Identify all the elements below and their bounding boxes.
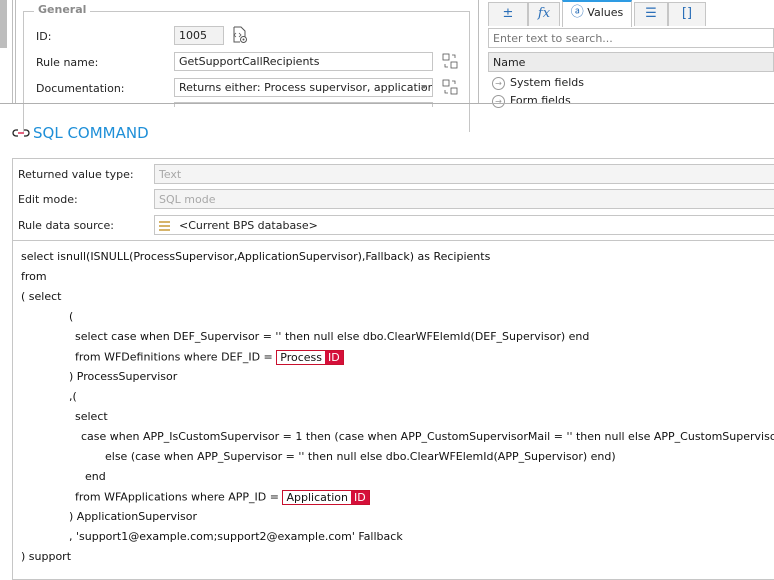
code-text: case when APP_IsCustomSupervisor = 1 the… xyxy=(81,430,774,443)
code-line: end xyxy=(85,470,106,483)
list-icon: ☰ xyxy=(645,6,657,21)
section-divider xyxy=(0,103,774,104)
tree-item-label: System fields xyxy=(510,76,584,89)
variable-tag-name: Application xyxy=(286,491,348,504)
code-line: ( xyxy=(69,310,73,323)
returned-type-label: Returned value type: xyxy=(18,168,134,181)
tab-functions[interactable]: fx xyxy=(528,2,560,26)
code-text: ) ProcessSupervisor xyxy=(69,370,178,383)
translate-icon[interactable] xyxy=(442,79,458,95)
tab-variables[interactable]: ± xyxy=(488,2,528,26)
edit-mode-label: Edit mode: xyxy=(18,193,78,206)
code-line: from WFApplications where APP_ID = Appli… xyxy=(75,490,370,505)
id-settings-icon[interactable] xyxy=(232,26,248,44)
code-text: else (case when APP_Supervisor = '' then… xyxy=(105,450,616,463)
tab-brackets[interactable]: [] xyxy=(668,2,706,26)
divider-line xyxy=(15,0,16,103)
general-group-title: General xyxy=(34,3,91,16)
variable-tag[interactable]: Application ID xyxy=(282,490,370,505)
code-text: end xyxy=(85,470,106,483)
id-label: ID: xyxy=(36,30,52,43)
rule-name-label: Rule name: xyxy=(36,56,99,69)
code-text: ( select xyxy=(21,290,62,303)
search-input[interactable] xyxy=(488,28,774,48)
code-text: select xyxy=(75,410,108,423)
code-line: from xyxy=(21,270,47,283)
tab-values-label: Values xyxy=(587,6,624,19)
code-line: select isnull(ISNULL(ProcessSupervisor,A… xyxy=(21,250,490,263)
code-text: ) support xyxy=(21,550,72,563)
left-scrollbar[interactable] xyxy=(0,0,7,48)
code-line: select xyxy=(75,410,108,423)
values-icon: ⓐ xyxy=(570,5,584,20)
data-source-value: <Current BPS database> xyxy=(179,219,318,232)
code-line: ) ApplicationSupervisor xyxy=(69,510,197,523)
code-line: ) support xyxy=(21,550,71,563)
code-text: from WFDefinitions where DEF_ID = xyxy=(75,350,277,364)
sql-editor[interactable]: select isnull(ISNULL(ProcessSupervisor,A… xyxy=(13,240,774,573)
code-text: select case when DEF_Supervisor = '' the… xyxy=(75,330,590,343)
link-icon xyxy=(12,128,30,141)
code-line: ( select xyxy=(21,290,61,303)
code-line: from WFDefinitions where DEF_ID = Proces… xyxy=(75,350,344,365)
code-text: , 'support1@example.com;support2@example… xyxy=(69,530,403,543)
code-line: , 'support1@example.com;support2@example… xyxy=(69,530,403,543)
bracket-icon: [] xyxy=(681,6,693,21)
code-text: select isnull(ISNULL(ProcessSupervisor,A… xyxy=(21,250,491,263)
tree-item-system-fields[interactable]: → System fields xyxy=(492,76,584,90)
column-header-name[interactable]: Name xyxy=(488,52,774,72)
code-text: ( xyxy=(69,310,74,323)
code-line: select case when DEF_Supervisor = '' the… xyxy=(75,330,589,343)
tab-values[interactable]: ⓐ Values xyxy=(562,0,632,27)
code-text: from WFApplications where APP_ID = xyxy=(75,490,283,504)
code-line: ) ProcessSupervisor xyxy=(69,370,177,383)
returned-type-field: Text xyxy=(154,164,774,184)
tree-item-label: Form fields xyxy=(510,94,571,107)
variable-tag[interactable]: Process ID xyxy=(276,350,344,365)
code-line: case when APP_IsCustomSupervisor = 1 the… xyxy=(81,430,774,443)
expand-arrow-icon[interactable]: → xyxy=(492,94,505,108)
variables-icon: ± xyxy=(502,6,514,21)
code-line: else (case when APP_Supervisor = '' then… xyxy=(105,450,616,463)
data-source-field[interactable]: <Current BPS database> xyxy=(154,215,774,235)
documentation-value: Returns either: Process supervisor, appl… xyxy=(179,81,433,94)
translate-icon[interactable] xyxy=(442,53,458,69)
tree-item-form-fields[interactable]: → Form fields xyxy=(492,94,571,108)
tab-list[interactable]: ☰ xyxy=(634,2,668,26)
data-source-label: Rule data source: xyxy=(18,219,114,232)
code-line: ,( xyxy=(69,390,77,403)
documentation-label: Documentation: xyxy=(36,82,125,95)
chevron-down-icon xyxy=(421,85,427,89)
divider-line xyxy=(12,0,13,103)
variable-tag-id: ID xyxy=(350,491,369,504)
code-text: ) ApplicationSupervisor xyxy=(69,510,198,523)
code-text: ,( xyxy=(69,390,77,403)
function-icon: fx xyxy=(537,6,551,21)
panel-splitter[interactable] xyxy=(478,0,479,103)
variable-tag-name: Process xyxy=(280,351,322,364)
edit-mode-field: SQL mode xyxy=(154,189,774,209)
id-field: 1005 xyxy=(174,26,224,45)
documentation-select[interactable]: Returns either: Process supervisor, appl… xyxy=(174,78,433,97)
database-icon xyxy=(159,221,170,231)
rule-name-input[interactable]: GetSupportCallRecipients xyxy=(174,52,433,71)
expand-arrow-icon[interactable]: → xyxy=(492,76,505,90)
variable-tag-id: ID xyxy=(324,351,343,364)
code-text: from xyxy=(21,270,47,283)
section-title: SQL COMMAND xyxy=(33,124,149,142)
